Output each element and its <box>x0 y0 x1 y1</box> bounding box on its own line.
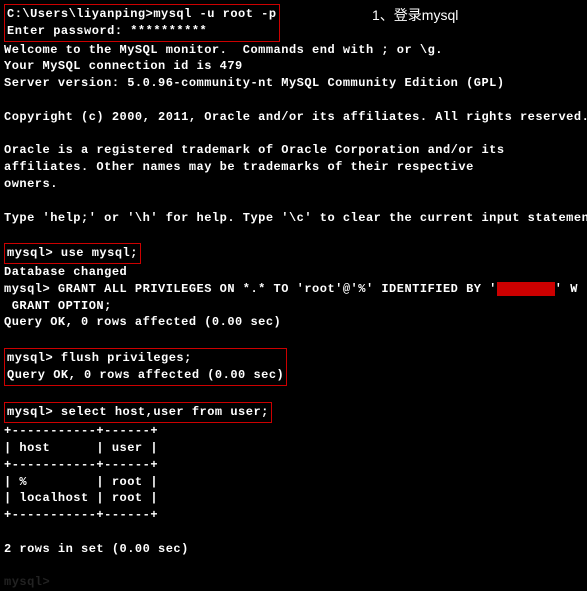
table-footer: 2 rows in set (0.00 sec) <box>4 541 583 558</box>
table-row: | localhost | root | <box>4 490 583 507</box>
stmt-select: mysql> select host,user from user; <box>4 402 272 423</box>
password-prompt: Enter password: ********** <box>7 23 277 40</box>
banner-trademark3: owners. <box>4 176 583 193</box>
grant-ok: Query OK, 0 rows affected (0.00 sec) <box>4 314 583 331</box>
stmt-flush: mysql> flush privileges; <box>7 350 284 367</box>
banner-version: Server version: 5.0.96-community-nt MySQ… <box>4 75 583 92</box>
stmt-grant-cont: GRANT OPTION; <box>4 298 583 315</box>
banner-trademark1: Oracle is a registered trademark of Orac… <box>4 142 583 159</box>
stmt-grant: mysql> GRANT ALL PRIVILEGES ON *.* TO 'r… <box>4 281 583 298</box>
banner-welcome: Welcome to the MySQL monitor. Commands e… <box>4 42 583 59</box>
banner-copyright: Copyright (c) 2000, 2011, Oracle and/or … <box>4 109 583 126</box>
table-sep-mid: +-----------+------+ <box>4 457 583 474</box>
shell-prompt: C:\Users\liyanping>mysql -u root -p <box>7 6 277 23</box>
last-prompt: mysql> <box>4 574 583 591</box>
login-box: C:\Users\liyanping>mysql -u root -p Ente… <box>4 4 280 42</box>
table-header: | host | user | <box>4 440 583 457</box>
table-sep-bot: +-----------+------+ <box>4 507 583 524</box>
flush-box: mysql> flush privileges; Query OK, 0 row… <box>4 348 287 386</box>
stmt-use: mysql> use mysql; <box>4 243 141 264</box>
banner-trademark2: affiliates. Other names may be trademark… <box>4 159 583 176</box>
flush-ok: Query OK, 0 rows affected (0.00 sec) <box>7 367 284 384</box>
table-sep-top: +-----------+------+ <box>4 423 583 440</box>
table-row: | % | root | <box>4 474 583 491</box>
annotation-label: 1、登录mysql <box>372 6 458 26</box>
db-changed: Database changed <box>4 264 583 281</box>
banner-help: Type 'help;' or '\h' for help. Type '\c'… <box>4 210 583 227</box>
banner-connid: Your MySQL connection id is 479 <box>4 58 583 75</box>
redacted-password: xxxxxxx <box>497 282 555 296</box>
